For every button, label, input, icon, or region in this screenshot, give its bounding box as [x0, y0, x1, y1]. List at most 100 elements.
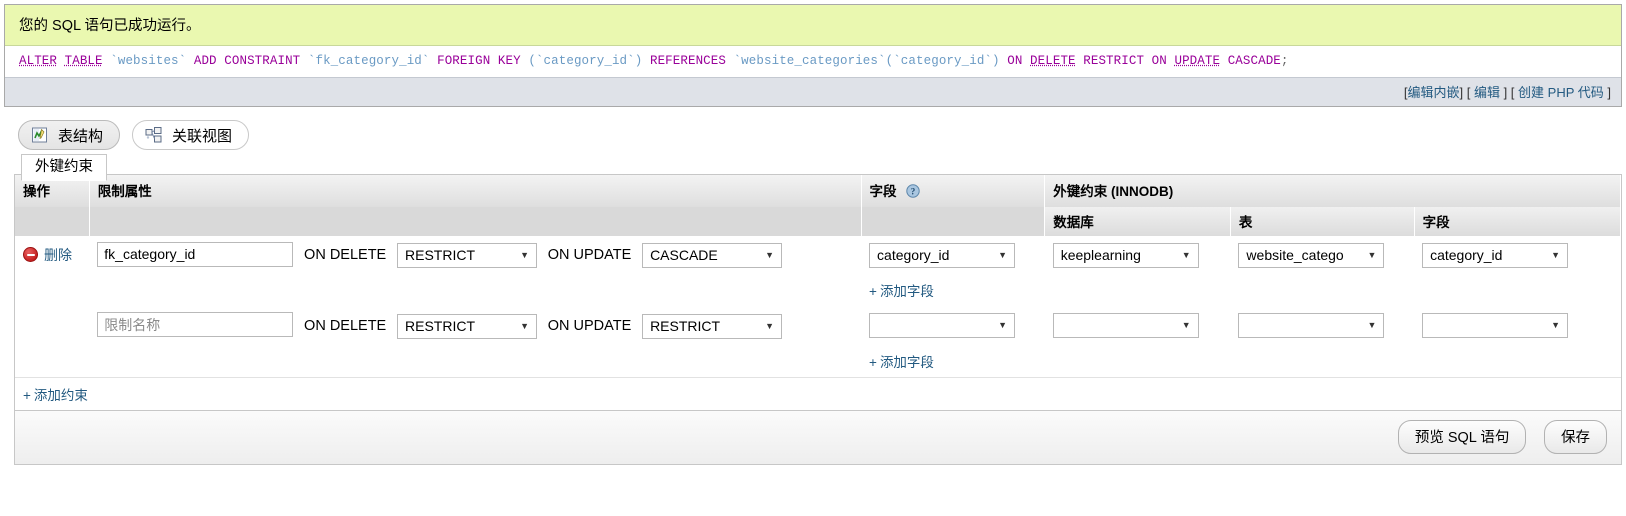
sql-token: DELETE — [1030, 54, 1076, 68]
sql-query-text: ALTER TABLE `websites` ADD CONSTRAINT `f… — [5, 46, 1621, 77]
top-tab-bar: 表结构 关联视图 — [18, 120, 1626, 150]
add-field-label: 添加字段 — [879, 354, 934, 370]
sql-token: `fk_category_id` — [300, 54, 438, 68]
add-field-link[interactable]: + 添加字段 — [869, 284, 934, 299]
constraint-name-input[interactable] — [97, 312, 294, 338]
plus-icon: + — [869, 284, 877, 300]
sql-success-message: 您的 SQL 语句已成功运行。 — [5, 5, 1621, 46]
addfield-blank-2 — [89, 344, 862, 378]
header-sub-blank-3 — [861, 206, 1046, 236]
add-constraint-label: 添加约束 — [33, 387, 88, 403]
sql-token: `website_categories`(`category_id`) — [725, 54, 1008, 68]
add-constraint-row: + 添加约束 — [15, 376, 1621, 410]
addfield-blank-3 — [1044, 344, 1231, 378]
table-row: ON DELETE RESTRICT ON UPDATE RESTRICT — [15, 306, 1621, 345]
preview-sql-button[interactable]: 预览 SQL 语句 — [1397, 419, 1527, 454]
header-field: 字段 ? — [861, 175, 1046, 207]
link-bracket: [ — [1466, 85, 1474, 100]
sql-token: ADD CONSTRAINT — [193, 54, 301, 68]
table-row-addfield: + 添加字段 — [15, 274, 1621, 307]
header-sub-blank-1 — [15, 206, 90, 236]
plus-icon: + — [23, 387, 31, 403]
addfield-blank-1 — [15, 344, 90, 378]
sql-token: FOREIGN KEY — [437, 54, 521, 68]
on-update-select[interactable]: RESTRICT — [642, 313, 783, 339]
row-database-cell: keeplearning — [1044, 235, 1231, 275]
on-update-label: ON UPDATE — [547, 317, 632, 334]
row-column-cell — [1414, 306, 1621, 345]
link-bracket: ] — [1459, 85, 1467, 100]
tab-relation-view[interactable]: 关联视图 — [132, 120, 250, 150]
row-action-cell: 删除 — [15, 235, 90, 275]
sql-link-1[interactable]: 编辑内嵌 — [1407, 85, 1459, 100]
addfield-blank-5 — [1414, 344, 1621, 378]
add-field-label: 添加字段 — [879, 284, 934, 300]
tab-table-structure-label: 表结构 — [58, 127, 104, 145]
addfield-blank-1 — [15, 274, 90, 307]
sql-token: `websites` — [102, 54, 194, 68]
row-constraint-properties-cell: ON DELETE RESTRICT ON UPDATE CASCADE — [89, 235, 862, 275]
addfield-blank-3 — [1044, 274, 1231, 307]
on-update-select[interactable]: CASCADE — [642, 243, 783, 269]
row-constraint-properties-cell: ON DELETE RESTRICT ON UPDATE RESTRICT — [89, 306, 862, 345]
add-field-cell: + 添加字段 — [861, 344, 1045, 378]
addfield-blank-5 — [1414, 274, 1621, 307]
header-field-label: 字段 — [869, 184, 897, 199]
foreign-database-select[interactable] — [1052, 313, 1199, 339]
sql-link-2[interactable]: 编辑 — [1474, 85, 1500, 100]
row-column-cell: category_id — [1414, 235, 1621, 275]
addfield-blank-4 — [1230, 274, 1415, 307]
svg-text:?: ? — [911, 186, 916, 196]
row-database-cell — [1044, 306, 1231, 345]
panel-footer: 预览 SQL 语句 保存 — [14, 410, 1622, 465]
delete-label: 删除 — [44, 246, 72, 263]
foreign-column-select[interactable] — [1422, 313, 1569, 339]
add-constraint-cell: + 添加约束 — [15, 376, 1621, 410]
addfield-blank-4 — [1230, 344, 1415, 378]
row-table-cell — [1230, 306, 1415, 345]
foreign-column-select[interactable]: category_id — [1422, 242, 1569, 268]
sql-link-3[interactable]: 创建 PHP 代码 — [1518, 85, 1604, 100]
help-icon[interactable]: ? — [906, 184, 921, 201]
table-header-row-sub: 数据库 表 字段 — [15, 206, 1622, 236]
field-select[interactable] — [869, 313, 1016, 339]
link-bracket: ] — [1603, 85, 1611, 100]
sql-action-links: [编辑内嵌] [ 编辑 ] [ 创建 PHP 代码 ] — [5, 77, 1621, 106]
sql-token: ; — [1280, 54, 1289, 68]
sql-token: REFERENCES — [649, 54, 726, 68]
tab-relation-view-label: 关联视图 — [172, 127, 233, 145]
on-delete-label: ON DELETE — [304, 247, 387, 264]
tab-table-structure[interactable]: 表结构 — [18, 120, 121, 150]
foreign-table-select[interactable] — [1238, 313, 1385, 339]
header-foreign-key-constraint: 外键约束 (INNODB) — [1044, 175, 1621, 207]
sql-token: ON — [1007, 54, 1031, 68]
field-select[interactable]: category_id — [869, 242, 1016, 268]
header-sub-column: 字段 — [1414, 206, 1622, 236]
add-constraint-link[interactable]: + 添加约束 — [23, 388, 88, 403]
save-button[interactable]: 保存 — [1544, 419, 1607, 454]
add-field-cell: + 添加字段 — [861, 274, 1045, 307]
row-table-cell: website_catego — [1230, 235, 1415, 275]
on-update-label: ON UPDATE — [547, 247, 632, 264]
on-delete-label: ON DELETE — [304, 317, 387, 334]
plus-icon: + — [869, 354, 877, 370]
link-bracket: ] — [1499, 85, 1511, 100]
table-row-addfield: + 添加字段 — [15, 344, 1621, 378]
row-field-cell: category_id — [861, 235, 1045, 275]
add-field-link[interactable]: + 添加字段 — [869, 355, 934, 370]
addfield-blank-2 — [89, 274, 862, 307]
constraint-name-input[interactable] — [97, 241, 294, 267]
sql-token: UPDATE — [1174, 54, 1221, 68]
sql-result-box: 您的 SQL 语句已成功运行。 ALTER TABLE `websites` A… — [4, 4, 1622, 107]
delete-constraint-button[interactable]: 删除 — [23, 245, 72, 265]
sql-token: RESTRICT ON — [1075, 54, 1175, 68]
header-sub-blank-2 — [89, 206, 862, 236]
relation-view-icon — [145, 126, 163, 144]
table-structure-icon — [31, 126, 49, 144]
header-sub-table: 表 — [1230, 206, 1415, 236]
on-delete-select[interactable]: RESTRICT — [397, 313, 537, 339]
on-delete-select[interactable]: RESTRICT — [397, 243, 537, 269]
foreign-database-select[interactable]: keeplearning — [1052, 242, 1199, 268]
foreign-table-select[interactable]: website_catego — [1238, 242, 1385, 268]
delete-minus-icon — [23, 247, 38, 263]
